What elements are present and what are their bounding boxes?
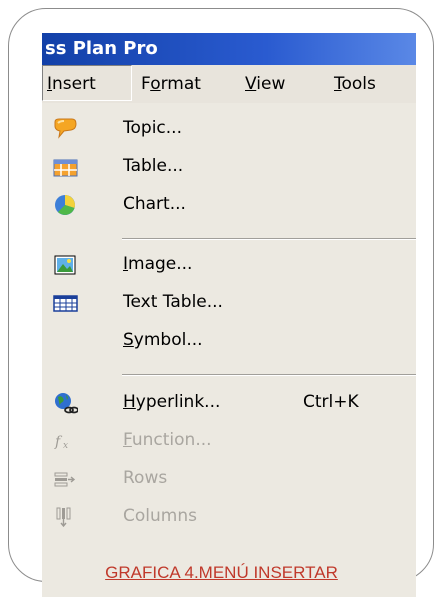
menu-item-hyperlink[interactable]: Hyperlink... Ctrl+K — [42, 384, 416, 422]
menu-item-rows: Rows — [42, 460, 416, 498]
menu-item-label: Function... — [123, 430, 212, 450]
menu-tools[interactable]: Tools — [334, 74, 376, 94]
image-icon — [54, 255, 76, 275]
menu-item-label: Columns — [123, 506, 197, 526]
menu-item-label: Image... — [123, 254, 193, 274]
menu-item-label: Topic... — [123, 118, 182, 138]
menu-item-image[interactable]: Image... — [42, 246, 416, 284]
chart-icon — [55, 195, 75, 215]
function-icon: f x — [54, 434, 68, 451]
rows-icon — [54, 472, 76, 487]
hyperlink-icon — [55, 393, 78, 414]
figure-caption: GRAFICA 4.MENÚ INSERTAR — [105, 563, 338, 582]
menu-item-label: Rows — [123, 468, 168, 488]
app-window: ss Plan Pro Insert Format View Tools Top… — [42, 33, 416, 597]
menu-item-topic[interactable]: Topic... — [42, 110, 416, 148]
menu-item-text-table[interactable]: Text Table... — [42, 284, 416, 322]
menu-item-chart[interactable]: Chart... — [42, 186, 416, 224]
menu-separator — [122, 238, 416, 240]
table-icon — [53, 159, 78, 177]
menu-bar: Insert Format View Tools — [42, 65, 416, 104]
menu-format[interactable]: Format — [141, 74, 201, 94]
menu-item-function: f x Function... — [42, 422, 416, 460]
window-title: ss Plan Pro — [45, 38, 158, 59]
menu-item-label: Hyperlink... — [123, 392, 221, 412]
menu-item-label: Table... — [123, 156, 184, 176]
topic-icon — [54, 118, 77, 139]
menu-item-label: Symbol... — [123, 330, 203, 350]
menu-item-symbol[interactable]: Symbol... — [42, 322, 416, 360]
insert-dropdown-menu: Topic... Table... Chart... Image... Text… — [42, 103, 416, 597]
columns-icon — [56, 507, 71, 528]
menu-item-label: Text Table... — [123, 292, 223, 312]
shortcut-label: Ctrl+K — [303, 392, 359, 412]
menu-item-table[interactable]: Table... — [42, 148, 416, 186]
text-table-icon — [53, 295, 78, 312]
menu-item-columns: Columns — [42, 498, 416, 536]
title-bar: ss Plan Pro — [42, 33, 416, 65]
menu-item-label: Chart... — [123, 194, 186, 214]
menu-separator — [122, 374, 416, 376]
menu-insert[interactable]: Insert — [47, 74, 96, 94]
svg-text:x: x — [63, 441, 68, 451]
svg-text:f: f — [54, 434, 63, 450]
menu-view[interactable]: View — [245, 74, 285, 94]
